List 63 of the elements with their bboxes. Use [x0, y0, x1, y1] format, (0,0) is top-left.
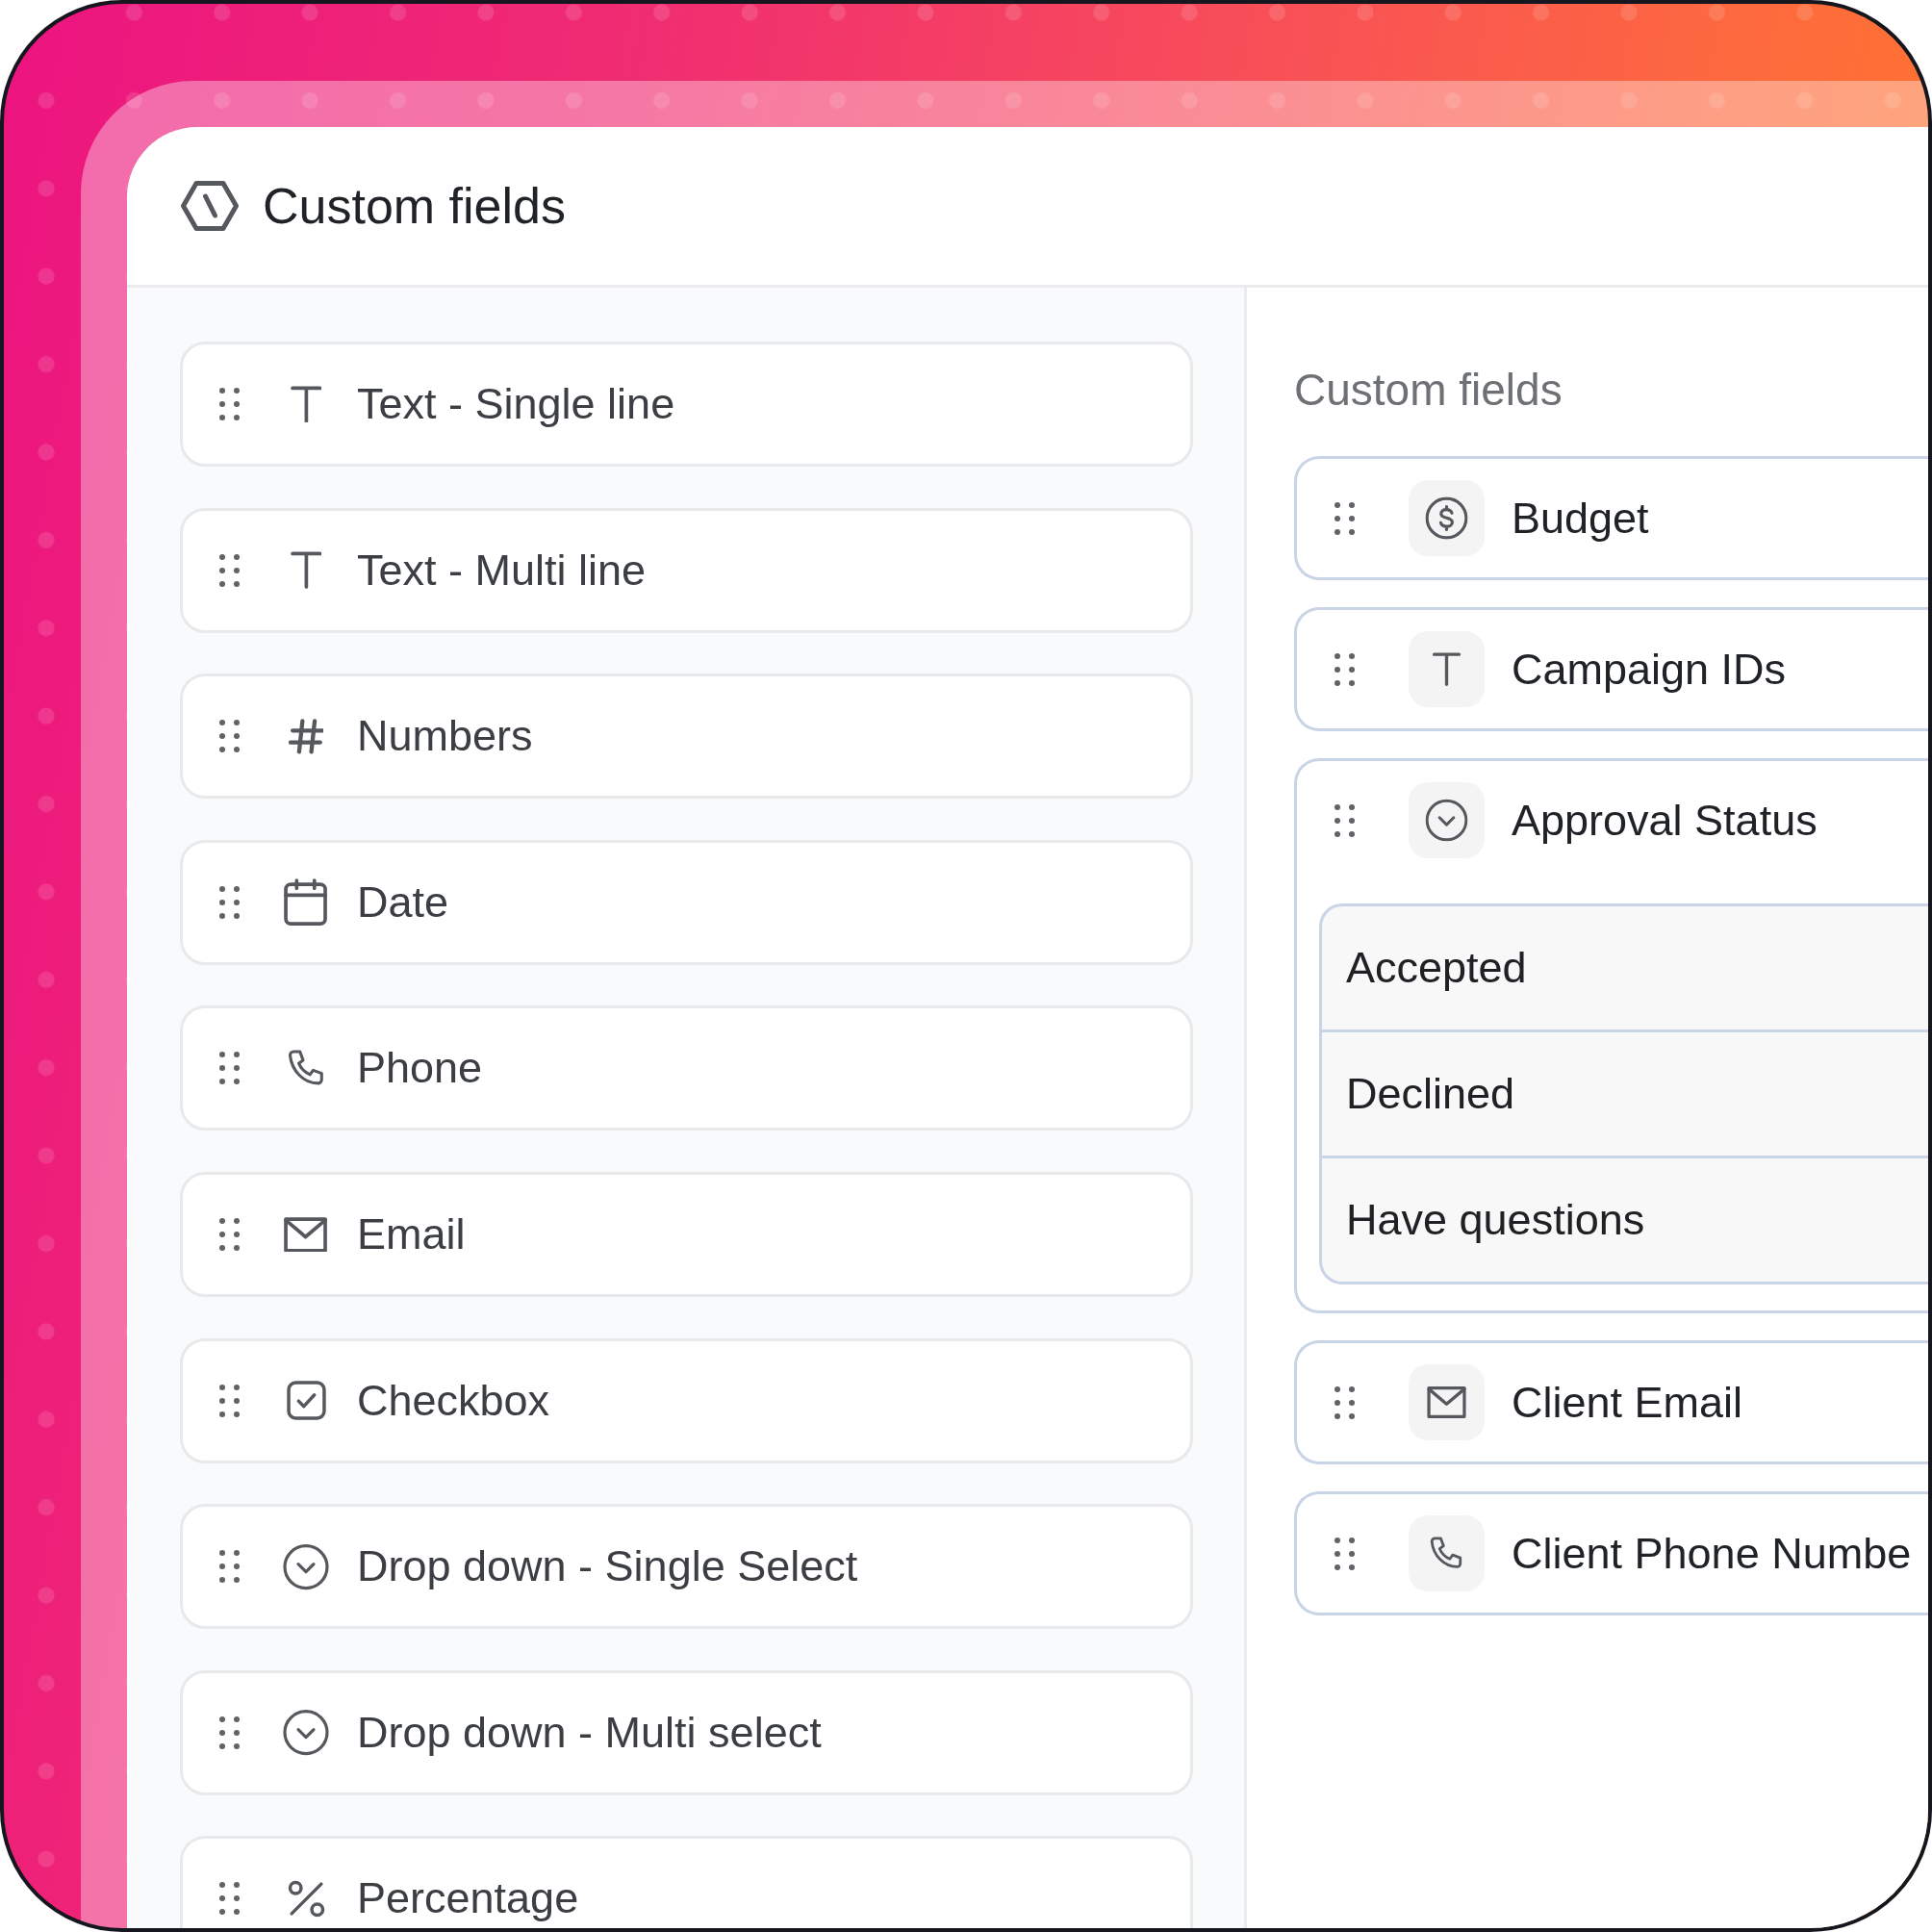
field-type-label: Text - Single line [357, 378, 675, 430]
field-name: Approval Status [1512, 794, 1818, 847]
letter-t-icon [290, 385, 322, 423]
hexagon-icon [181, 181, 239, 231]
field-type-item[interactable]: Checkbox [180, 1337, 1193, 1463]
chevron-circle-icon [283, 1709, 329, 1757]
field-name: Budget [1512, 492, 1649, 545]
percent-icon [286, 1878, 326, 1919]
field-type-item[interactable]: Text - Multi line [180, 507, 1193, 633]
field-type-label: Drop down - Multi select [357, 1706, 822, 1759]
drag-handle-icon[interactable] [1335, 501, 1355, 535]
field-type-item[interactable]: Drop down - Single Select [180, 1504, 1193, 1630]
field-type-item[interactable]: Date [180, 839, 1193, 965]
option-row-text: Accepted [1345, 942, 1528, 994]
option-row: Declined [1322, 1030, 1928, 1156]
field-type-label: Phone [357, 1042, 483, 1095]
field-type-label: Text - Multi line [357, 544, 647, 597]
drag-handle-icon[interactable] [219, 388, 240, 420]
field-name: Client Email [1512, 1376, 1743, 1429]
drag-handle-icon[interactable] [219, 1052, 240, 1085]
checked-box-icon [286, 1381, 326, 1421]
field-card[interactable]: Client Email [1294, 1340, 1928, 1464]
drag-handle-icon[interactable] [1335, 1537, 1355, 1570]
calendar-icon [284, 878, 328, 927]
envelope-icon [1409, 1364, 1485, 1440]
field-name: Campaign IDs [1512, 643, 1787, 696]
field-card[interactable]: Approval Status Accepted Declined Have questions [1294, 758, 1928, 1313]
envelope-icon [284, 1216, 328, 1253]
page-title: Custom fields [263, 176, 566, 236]
option-row: Have questions [1322, 1156, 1928, 1282]
drag-handle-icon[interactable] [219, 1384, 240, 1417]
field-type-label: Checkbox [357, 1374, 550, 1427]
drag-handle-icon[interactable] [219, 1716, 240, 1749]
drag-handle-icon[interactable] [1335, 652, 1355, 686]
field-type-label: Date [357, 876, 449, 928]
field-type-item[interactable]: Text - Single line [180, 342, 1193, 467]
drag-handle-icon[interactable] [1335, 803, 1355, 837]
hash-icon [288, 718, 324, 754]
drag-handle-icon[interactable] [1335, 1385, 1355, 1419]
field-type-item[interactable]: Email [180, 1171, 1193, 1297]
field-type-label: Drop down - Single Select [357, 1540, 858, 1593]
drag-handle-icon[interactable] [219, 885, 240, 919]
letter-t-icon [1409, 631, 1485, 707]
letter-t-icon [290, 551, 322, 590]
drag-handle-icon[interactable] [219, 553, 240, 587]
field-card[interactable]: Campaign IDs [1294, 607, 1928, 731]
field-card[interactable]: Client Phone Numbe [1294, 1491, 1928, 1615]
field-type-label: Numbers [357, 710, 533, 763]
field-type-item[interactable]: Percentage [180, 1836, 1193, 1928]
field-name: Client Phone Numbe [1512, 1527, 1912, 1580]
drag-handle-icon[interactable] [219, 1550, 240, 1584]
section-title: Custom fields [1294, 364, 1563, 417]
drag-handle-icon[interactable] [219, 720, 240, 753]
drag-handle-icon[interactable] [219, 1217, 240, 1251]
field-type-item[interactable]: Numbers [180, 674, 1193, 800]
drag-handle-icon[interactable] [219, 1882, 240, 1916]
field-type-label: Percentage [357, 1872, 579, 1925]
phone-icon [1409, 1515, 1485, 1591]
field-type-item[interactable]: Drop down - Multi select [180, 1669, 1193, 1795]
field-card[interactable]: Budget [1294, 456, 1928, 580]
field-type-label: Email [357, 1208, 466, 1260]
field-type-item[interactable]: Phone [180, 1005, 1193, 1131]
chevron-circle-icon [283, 1542, 329, 1590]
